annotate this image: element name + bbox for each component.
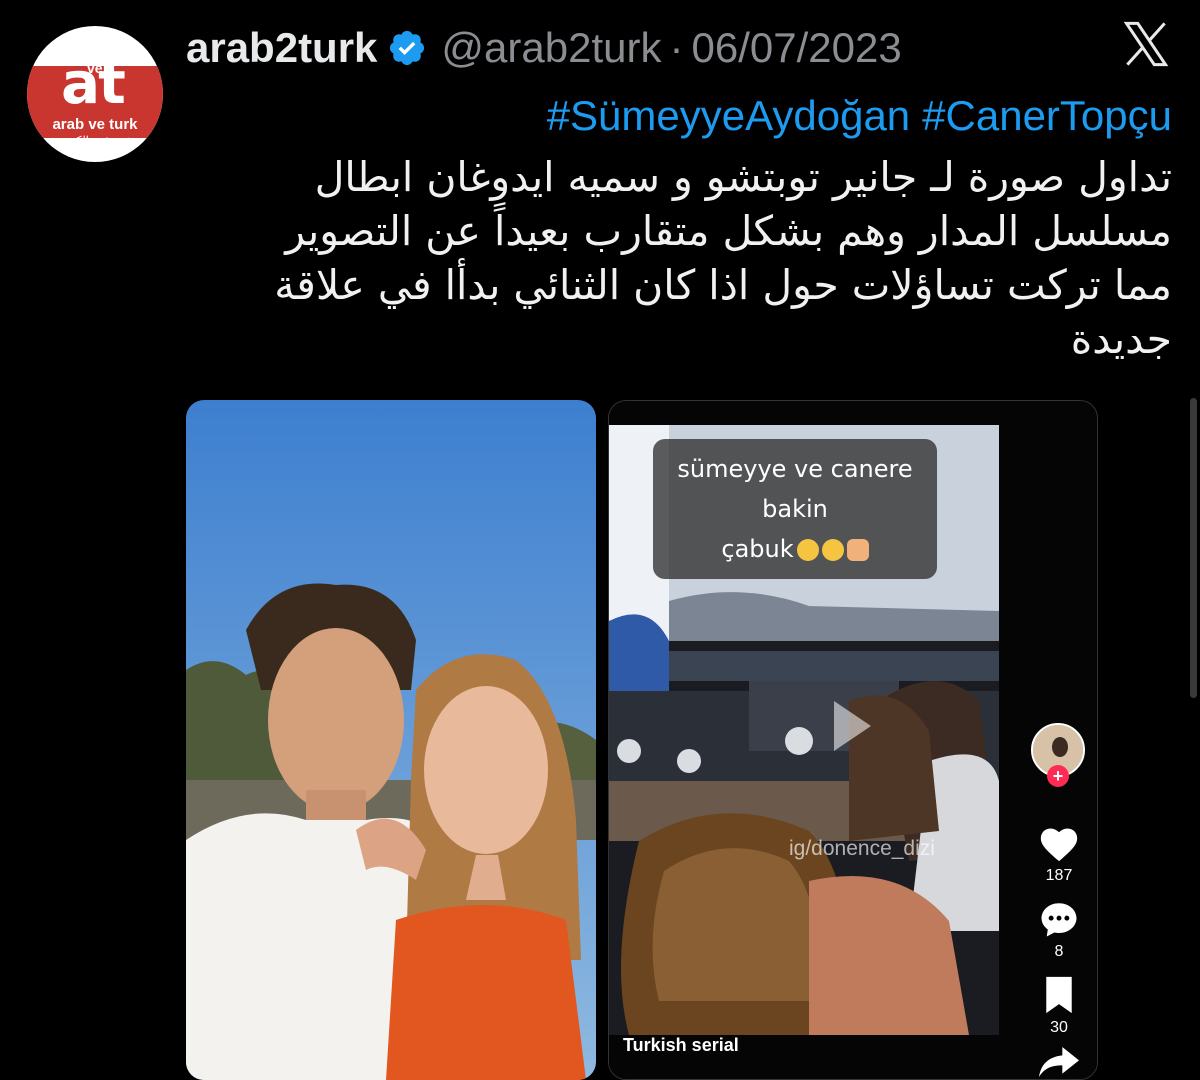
tweet-text: تداول صورة لـ جانير توبتشو و سميه ايدوغا…: [232, 150, 1172, 366]
teary-face-emoji-icon: [796, 539, 819, 561]
avatar-tagline: صفحة فنية إلكترونية: [49, 135, 141, 147]
tweet-text-line: جديدة: [1070, 315, 1172, 363]
video-footer-text: Turkish serial: [623, 1035, 739, 1055]
tweet-text-line: مسلسل المدار وهم بشكل متقارب بعيداً عن ا…: [285, 207, 1172, 255]
avatar-mark-small: ve: [87, 60, 103, 76]
heart-icon: [1040, 828, 1078, 862]
save-count: 30: [1050, 1019, 1068, 1036]
verified-badge-icon: [390, 30, 425, 66]
tweet-text-line: مما تركت تساؤلات حول اذا كان الثنائي بدأ…: [274, 261, 1172, 309]
x-logo-icon[interactable]: [1120, 18, 1172, 70]
bookmark-icon: [1046, 976, 1072, 1014]
video-watermark: ig/donence_dizi: [789, 837, 935, 860]
author-avatar[interactable]: at ve arab ve turk صفحة فنية إلكترونية: [27, 26, 163, 162]
hashtag-link[interactable]: #SümeyyeAydoğan: [547, 92, 910, 139]
tweet-media: sümeyye ve canere bakin çabuk ig/donence…: [186, 400, 1098, 1080]
video-caption: sümeyye ve canere bakin çabuk: [653, 439, 937, 579]
tweet-date[interactable]: 06/07/2023: [692, 24, 902, 72]
hashtag-row: #SümeyyeAydoğan #CanerTopçu: [547, 92, 1172, 140]
hashtag-link[interactable]: #CanerTopçu: [922, 92, 1172, 139]
scrollbar[interactable]: [1190, 398, 1197, 698]
author-handle[interactable]: @arab2turk: [441, 24, 661, 72]
caption-line: sümeyye ve canere bakin: [677, 455, 913, 523]
share-icon: [1039, 1047, 1079, 1077]
heart-eyes-emoji-icon: [821, 539, 844, 561]
header-separator: ·: [669, 24, 684, 71]
comment-count: 8: [1054, 943, 1064, 960]
author-name[interactable]: arab2turk: [186, 24, 377, 72]
tweet-text-line: تداول صورة لـ جانير توبتشو و سميه ايدوغا…: [314, 153, 1172, 201]
couple-photo[interactable]: [186, 400, 596, 1080]
follow-plus-icon[interactable]: +: [1047, 765, 1069, 787]
heart-hands-emoji-icon: [846, 539, 869, 561]
comment-icon: [1041, 903, 1077, 937]
like-button[interactable]: 187: [1027, 823, 1091, 885]
comment-button[interactable]: 8: [1027, 899, 1091, 961]
like-count: 187: [1045, 867, 1073, 884]
caption-word: çabuk: [721, 535, 794, 563]
caption-line: çabuk: [665, 529, 925, 569]
tiktok-video-card[interactable]: sümeyye ve canere bakin çabuk ig/donence…: [608, 400, 1098, 1080]
avatar-brand: arab ve turk: [52, 116, 138, 133]
tweet-header: arab2turk @arab2turk · 06/07/2023: [186, 22, 902, 74]
share-button[interactable]: [1027, 1047, 1091, 1079]
save-button[interactable]: 30: [1027, 975, 1091, 1037]
